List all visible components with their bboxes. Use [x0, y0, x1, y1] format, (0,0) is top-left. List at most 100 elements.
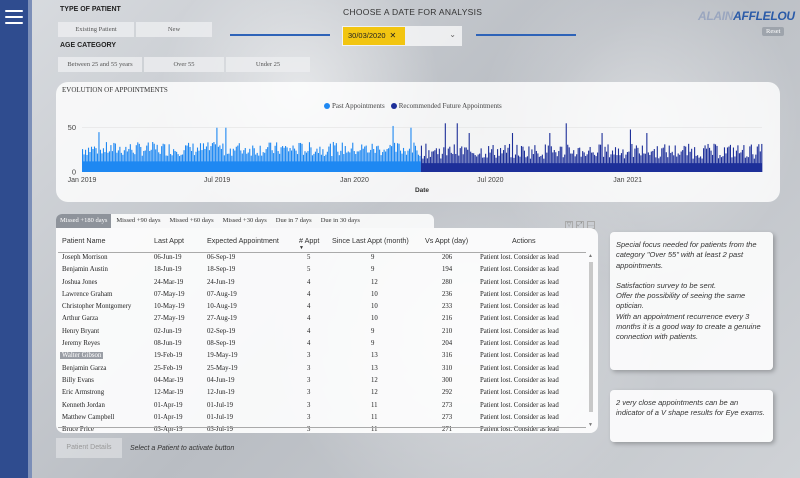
table-row[interactable]: Matthew Campbell 01-Apr-19 01-Jul-19 3 11 273… — [56, 412, 586, 424]
x-tick-label: Jul 2020 — [477, 177, 504, 184]
table-cell: Patient lost. Consider as lead — [480, 290, 559, 298]
tab-missed-180[interactable]: Missed +180 days — [56, 214, 112, 228]
table-cell: 4 — [307, 327, 311, 335]
table-cell: Benjamin Garza — [62, 364, 107, 372]
patient-details-hint: Select a Patient to activate button — [130, 445, 235, 452]
table-cell: 13 — [371, 352, 378, 360]
x-tick-label: Jan 2019 — [68, 177, 97, 184]
col-patient-name[interactable]: Patient Name — [62, 236, 106, 245]
table-row[interactable]: Benjamin Garza 25-Feb-19 25-May-19 3 13 310 Pa… — [56, 363, 586, 375]
table-row[interactable]: Walter Gibson 19-Feb-19 19-May-19 3 13 316 Pat… — [56, 350, 586, 362]
table-cell: 13 — [371, 364, 378, 372]
table-row[interactable]: Billy Evans 04-Mar-19 04-Jun-19 3 12 300 Patie… — [56, 375, 586, 387]
age-category-label: AGE CATEGORY — [60, 42, 117, 49]
table-row[interactable]: Benjamin Austin 18-Jun-19 18-Sep-19 5 9 194 Pa… — [56, 264, 586, 276]
brand-logo: ALAINAFFLELOU — [698, 9, 795, 23]
table-cell: Patient lost. Consider as lead — [480, 352, 559, 360]
table-cell: 3 — [307, 401, 311, 409]
clear-date-icon[interactable]: ✕ — [390, 31, 397, 40]
table-row[interactable]: Bruce Price 03-Apr-19 03-Jul-19 3 11 271 Patie… — [56, 424, 586, 433]
x-tick-label: Jan 2021 — [613, 177, 642, 184]
table-cell: 11 — [371, 413, 378, 421]
tab-missed-30[interactable]: Missed +30 days — [219, 214, 271, 228]
table-cell: 9 — [371, 340, 375, 348]
chevron-down-icon[interactable]: ⌄ — [449, 30, 456, 39]
table-body: Joseph Morrison 06-Jun-19 06-Sep-19 5 9 206 Pa… — [56, 252, 586, 433]
table-cell: 27-Aug-19 — [207, 315, 237, 323]
table-cell: 206 — [442, 254, 453, 261]
tab-due-30[interactable]: Due in 30 days — [317, 214, 364, 228]
tab-missed-60[interactable]: Missed +60 days — [166, 214, 218, 228]
table-cell: 12-Mar-19 — [154, 389, 184, 397]
filter-age-25-55[interactable]: Between 25 and 55 years — [58, 57, 142, 72]
table-cell: Patient lost. Consider as lead — [480, 303, 559, 311]
bar-future-base — [420, 163, 762, 172]
selected-date-pill: 30/03/2020 ✕ — [343, 27, 405, 45]
scroll-down-icon[interactable]: ▼ — [588, 423, 593, 428]
table-cell: 4 — [307, 290, 311, 298]
table-cell: Billy Evans — [62, 376, 94, 384]
table-cell: 10 — [371, 315, 378, 323]
table-cell: 4 — [307, 315, 311, 323]
table-row[interactable]: Christopher Montgomery 10-May-19 10-Aug-19… — [56, 301, 586, 313]
table-cell: Patient lost. Consider as lead — [480, 376, 559, 384]
scroll-thumb[interactable] — [589, 262, 593, 412]
table-cell: 08-Jun-19 — [154, 340, 182, 348]
table-scrollbar[interactable]: ▲ ▼ — [588, 254, 594, 428]
table-row[interactable]: Jeremy Reyes 08-Jun-19 08-Sep-19 4 9 204 Patie… — [56, 338, 586, 350]
table-cell: Patient lost. Consider as lead — [480, 340, 559, 348]
table-row[interactable]: Eric Armstrong 12-Mar-19 12-Jun-19 3 12 292 Pa… — [56, 387, 586, 399]
table-cell: 316 — [442, 352, 453, 360]
table-cell: 3 — [307, 352, 311, 360]
table-row[interactable]: Arthur Garza 27-May-19 27-Aug-19 4 10 216 Pati… — [56, 313, 586, 325]
table-cell: Walter Gibson — [60, 352, 104, 360]
table-cell: 3 — [307, 413, 311, 421]
table-cell: 273 — [442, 401, 453, 409]
table-cell: 04-Jun-19 — [207, 376, 235, 384]
table-cell: 06-Sep-19 — [207, 254, 236, 261]
table-cell: 292 — [442, 389, 453, 397]
col-expected-appointment[interactable]: Expected Appointment — [207, 236, 279, 245]
table-cell: 08-Sep-19 — [207, 340, 236, 348]
filter-new-patient[interactable]: New — [136, 22, 212, 37]
patient-type-label: TYPE OF PATIENT — [60, 6, 121, 13]
table-row[interactable]: Lawrence Graham 07-May-19 07-Aug-19 4 10 236 P… — [56, 289, 586, 301]
table-cell: 10 — [371, 290, 378, 298]
table-bottom-divider — [58, 427, 586, 428]
table-cell: 27-May-19 — [154, 315, 185, 323]
col-since-last-appt[interactable]: Since Last Appt (month) — [332, 236, 409, 245]
reset-button[interactable]: Reset — [762, 27, 785, 36]
sort-desc-icon: ▼ — [299, 246, 304, 251]
filter-existing-patient[interactable]: Existing Patient — [58, 22, 134, 37]
tab-missed-90[interactable]: Missed +90 days — [112, 214, 164, 228]
table-row[interactable]: Joseph Morrison 06-Jun-19 06-Sep-19 5 9 206 Pa… — [56, 252, 586, 264]
table-cell: 19-Feb-19 — [154, 352, 183, 360]
y-tick-label: 0 — [72, 168, 76, 177]
table-cell: Patient lost. Consider as lead — [480, 278, 559, 286]
filter-age-over-55[interactable]: Over 55 — [144, 57, 224, 72]
col-actions[interactable]: Actions — [512, 236, 536, 245]
hamburger-menu-icon[interactable] — [5, 10, 23, 24]
table-cell: Benjamin Austin — [62, 266, 108, 274]
table-row[interactable]: Kenneth Jordan 01-Apr-19 01-Jul-19 3 11 273 Pa… — [56, 400, 586, 412]
date-dropdown[interactable]: 30/03/2020 ✕ ⌄ — [342, 26, 462, 46]
col-last-appt[interactable]: Last Appt — [154, 236, 184, 245]
table-cell: 06-Jun-19 — [154, 254, 182, 261]
table-cell: Patient lost. Consider as lead — [480, 254, 559, 261]
patient-details-button[interactable]: Patient Details — [56, 438, 122, 458]
table-cell: 24-Jun-19 — [207, 278, 235, 286]
filter-age-under-25[interactable]: Under 25 — [226, 57, 310, 72]
table-row[interactable]: Joshua Jones 24-Mar-19 24-Jun-19 4 12 280 Pati… — [56, 277, 586, 289]
tab-due-7[interactable]: Due in 7 days — [272, 214, 316, 228]
table-cell: 12 — [371, 376, 378, 384]
col-vs-appt[interactable]: Vs Appt (day) — [425, 236, 468, 245]
col-appt-count[interactable]: # Appt — [299, 236, 319, 245]
patients-table: Patient Name Last Appt Expected Appointm… — [56, 228, 598, 433]
x-tick-label: Jan 2020 — [340, 177, 369, 184]
table-cell: 12 — [371, 389, 378, 397]
appointments-chart: 0 50 Jan 2019 Jul 2019 Jan 2020 Jul 2020 Jan 2… — [68, 123, 763, 194]
table-row[interactable]: Henry Bryant 02-Jun-19 02-Sep-19 4 9 210 Patie… — [56, 326, 586, 338]
table-cell: 02-Jun-19 — [154, 327, 182, 335]
scroll-up-icon[interactable]: ▲ — [588, 254, 593, 259]
table-cell: 273 — [442, 413, 453, 421]
